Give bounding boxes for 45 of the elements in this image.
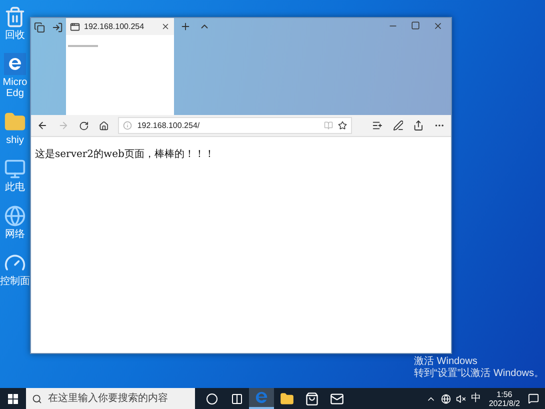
pen-icon[interactable] [392, 120, 404, 131]
volume-icon[interactable] [456, 394, 466, 404]
folder-icon [280, 392, 294, 406]
activation-title: 激活 Windows [414, 356, 478, 368]
favorite-icon[interactable] [338, 121, 347, 130]
tab-title: 192.168.100.254 [84, 20, 146, 32]
new-tab-icon[interactable] [180, 21, 191, 32]
close-icon[interactable] [433, 21, 443, 31]
page-icon [70, 22, 80, 32]
share-icon[interactable] [413, 120, 424, 131]
notification-icon[interactable] [528, 393, 539, 404]
favorites-icon[interactable] [372, 120, 383, 131]
tab-list-icon[interactable] [34, 22, 45, 33]
address-bar[interactable]: 192.168.100.254/ [118, 117, 352, 134]
back-icon[interactable] [37, 120, 48, 131]
address-text: 192.168.100.254/ [137, 120, 201, 132]
desktop-icon-label: 回收 [5, 30, 25, 41]
task-view-icon [230, 392, 242, 404]
desktop-icon-label: 网络 [5, 229, 25, 240]
refresh-icon[interactable] [78, 120, 88, 130]
cortana-icon [206, 392, 218, 404]
set-aside-tabs-icon[interactable] [52, 22, 63, 33]
desktop-icon-label: 此电 [5, 182, 25, 193]
computer-icon[interactable] [4, 158, 26, 180]
search-icon [32, 394, 42, 404]
desktop-icon-label: 控制面 [0, 276, 30, 287]
mail-icon [330, 392, 344, 406]
clock-time[interactable]: 1:56 [496, 390, 512, 398]
close-tab-icon[interactable] [161, 22, 170, 31]
site-info-icon [123, 121, 132, 130]
recycle-bin-icon[interactable] [4, 6, 26, 28]
ime-indicator[interactable]: 中 [470, 391, 481, 406]
store-icon [304, 392, 318, 406]
activation-subtitle: 转到“设置”以激活 Windows。 [414, 368, 544, 380]
browser-tab[interactable]: 192.168.100.254 [66, 18, 174, 115]
home-icon[interactable] [98, 120, 108, 130]
edge-icon [254, 390, 269, 405]
clock-date[interactable]: 2021/8/2 [488, 398, 520, 408]
windows-logo-icon [8, 394, 18, 404]
desktop-icon-label: shiy [6, 135, 24, 146]
edge-shortcut-icon[interactable] [4, 53, 26, 75]
desktop-icon-label: Micro Edg [2, 77, 28, 99]
page-text: 这是server2的web页面，棒棒的！！！ [35, 149, 214, 160]
maximize-icon[interactable] [411, 21, 420, 30]
search-field[interactable]: 在这里输入你要搜索的内容 [26, 388, 195, 409]
